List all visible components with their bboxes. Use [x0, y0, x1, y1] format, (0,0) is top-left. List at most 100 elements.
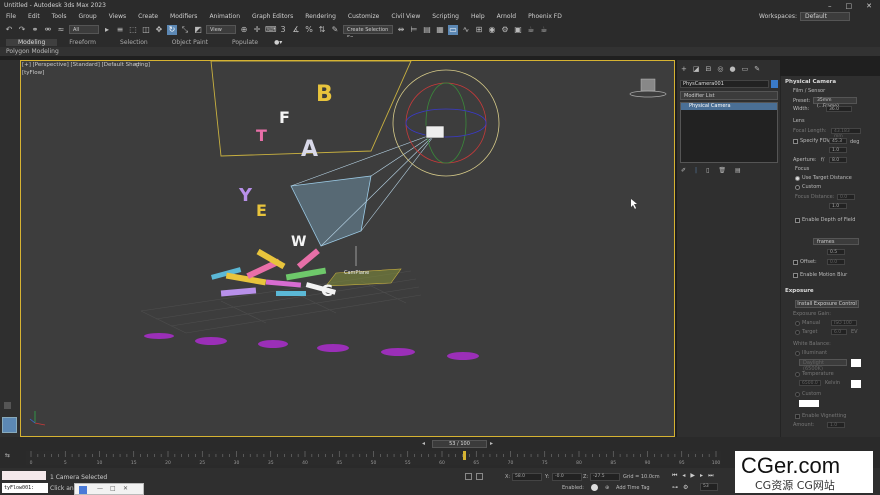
custom-radio[interactable] [795, 184, 800, 190]
script-mini-listener[interactable]: tyFlow001: [2, 483, 48, 493]
hierarchy-tab-icon[interactable]: ⊟ [706, 65, 712, 73]
named-selection-dropdown[interactable]: Create Selection Se [343, 25, 393, 41]
add-time-tag[interactable]: Add Time Tag [616, 485, 650, 491]
manual-radio[interactable] [795, 320, 800, 326]
temperature-field[interactable]: 6500.0 [799, 380, 821, 386]
stack-item-physical-camera[interactable]: Physical Camera [681, 103, 777, 110]
unlink-icon[interactable]: ⚮ [43, 25, 53, 35]
wrench-icon[interactable]: ✎ [754, 65, 760, 73]
illuminant-swatch[interactable] [851, 359, 861, 367]
selection-lock-icon[interactable] [476, 473, 483, 480]
key-mode-icon[interactable]: ⊶ [672, 484, 678, 491]
motion-tab-icon[interactable]: ◎ [717, 65, 723, 73]
tab-object-paint[interactable]: Object Paint [160, 39, 220, 46]
next-key-icon[interactable]: ▸ [700, 472, 703, 480]
menu-civil-view[interactable]: Civil View [391, 13, 420, 20]
adaptive-degradation-icon[interactable] [591, 484, 598, 491]
ime-restore-icon[interactable]: □ [110, 485, 116, 492]
display-tab-icon[interactable]: ● [729, 65, 735, 73]
placement-icon[interactable]: ◩ [193, 25, 203, 35]
rotate-gizmo-y[interactable] [425, 82, 467, 164]
menu-phoenix-fd[interactable]: Phoenix FD [528, 13, 562, 20]
menu-modifiers[interactable]: Modifiers [170, 13, 197, 20]
pin-stack-icon[interactable]: ✐ [681, 167, 686, 174]
window-crossing-icon[interactable]: ◫ [141, 25, 151, 35]
camera-body[interactable] [425, 125, 445, 139]
menu-customize[interactable]: Customize [348, 13, 380, 20]
menu-tools[interactable]: Tools [52, 13, 67, 20]
zoom-field[interactable]: 1.0 [829, 147, 847, 153]
menu-file[interactable]: File [6, 13, 16, 20]
keyboard-shortcut-icon[interactable]: ⌨ [265, 25, 277, 35]
menu-scripting[interactable]: Scripting [432, 13, 459, 20]
viewport-label[interactable]: [+] [Perspective] [Standard] [Default Sh… [22, 62, 150, 68]
modifier-list-dropdown[interactable]: Modifier List [680, 91, 778, 100]
focal-length-field[interactable]: 43.183 mm [831, 128, 861, 139]
ime-close-icon[interactable]: ✕ [123, 485, 128, 492]
rotate-gizmo-z[interactable] [405, 108, 487, 138]
angle-snap-icon[interactable]: ∡ [291, 25, 301, 35]
select-by-name-icon[interactable]: ≡ [115, 25, 125, 35]
toggle-ribbon-icon[interactable]: ▭ [448, 24, 458, 35]
fov-field[interactable]: 45.3 [829, 138, 847, 144]
selection-filter-dropdown[interactable]: All [69, 25, 99, 34]
redo-icon[interactable]: ↷ [17, 25, 27, 35]
time-slider[interactable]: 53 / 100 [432, 440, 487, 448]
layer-explorer-icon[interactable]: ▤ [422, 25, 432, 35]
mirror-icon[interactable]: ⇹ [396, 25, 406, 35]
temperature-swatch[interactable] [851, 380, 861, 388]
render-production-icon[interactable]: ☕ [539, 25, 549, 35]
aperture-field[interactable]: 8.0 [829, 157, 847, 163]
spinner-snap-icon[interactable]: ⇅ [317, 25, 327, 35]
width-field[interactable]: 36.0 [826, 106, 852, 112]
next-frame-icon[interactable]: ▸ [490, 440, 493, 447]
scale-icon[interactable]: ⤡ [180, 25, 190, 35]
snaps-icon[interactable]: 3 [278, 25, 288, 35]
dof-checkbox[interactable] [795, 217, 800, 223]
rollout-title[interactable]: Physical Camera [785, 79, 836, 85]
tab-freeform[interactable]: Freeform [57, 39, 108, 46]
ref-coord-dropdown[interactable]: View [206, 25, 236, 34]
motion-blur-checkbox[interactable] [793, 272, 798, 278]
scene-explorer-icon[interactable]: ▦ [435, 25, 445, 35]
render-icon[interactable]: ☕ [526, 25, 536, 35]
utilities-tab-icon[interactable]: ▭ [742, 65, 749, 73]
pivot-icon[interactable]: ⊕ [239, 25, 249, 35]
align-icon[interactable]: ⊨ [409, 25, 419, 35]
rendered-frame-icon[interactable]: ▣ [513, 25, 523, 35]
menu-edit[interactable]: Edit [28, 13, 40, 20]
target-radio[interactable] [795, 329, 800, 335]
tab-populate[interactable]: Populate [220, 39, 270, 46]
trackbar[interactable]: 0 5 10 15 20 25 30 35 40 45 50 55 60 65 70 75 80 85 90 95 10… [26, 451, 721, 466]
menu-group[interactable]: Group [78, 13, 96, 20]
menu-views[interactable]: Views [109, 13, 126, 20]
focus-multiplier-field[interactable]: 1.0 [829, 203, 847, 209]
focus-distance-field[interactable]: 0.0 [837, 194, 855, 200]
layout-tab-icon[interactable] [4, 402, 11, 409]
render-setup-icon[interactable]: ⚙ [500, 25, 510, 35]
maxscript-listener[interactable] [2, 471, 46, 480]
create-tab-icon[interactable]: + [681, 65, 687, 73]
open-mini-curve-editor-icon[interactable]: ⇆ [5, 452, 19, 462]
close-icon[interactable]: ✕ [866, 2, 872, 10]
menu-graph-editors[interactable]: Graph Editors [252, 13, 293, 20]
shutter-duration-field[interactable]: 0.5 [827, 249, 845, 255]
exposure-title[interactable]: Exposure [785, 288, 814, 294]
minimize-icon[interactable]: – [828, 2, 832, 10]
bind-space-warp-icon[interactable]: ≈ [56, 25, 66, 35]
iso-field[interactable]: ISO 100 [831, 320, 857, 326]
custom-wb-radio[interactable] [795, 391, 800, 397]
goto-end-icon[interactable]: ⏭ [708, 472, 713, 480]
time-tag-icon[interactable]: ⊕ [605, 485, 609, 491]
select-manipulate-icon[interactable]: ✛ [252, 25, 262, 35]
link-icon[interactable]: ⚭ [30, 25, 40, 35]
specify-fov-checkbox[interactable] [793, 138, 798, 144]
menu-create[interactable]: Create [138, 13, 158, 20]
remove-modifier-icon[interactable]: 🗑 [718, 167, 726, 174]
object-name-field[interactable]: PhysCamera001 [680, 80, 769, 88]
rotate-icon[interactable]: ↻ [167, 24, 177, 35]
current-frame-field[interactable]: 53 [700, 483, 718, 491]
select-object-icon[interactable]: ▸ [102, 25, 112, 35]
menu-animation[interactable]: Animation [209, 13, 240, 20]
illuminant-radio[interactable] [795, 350, 800, 356]
